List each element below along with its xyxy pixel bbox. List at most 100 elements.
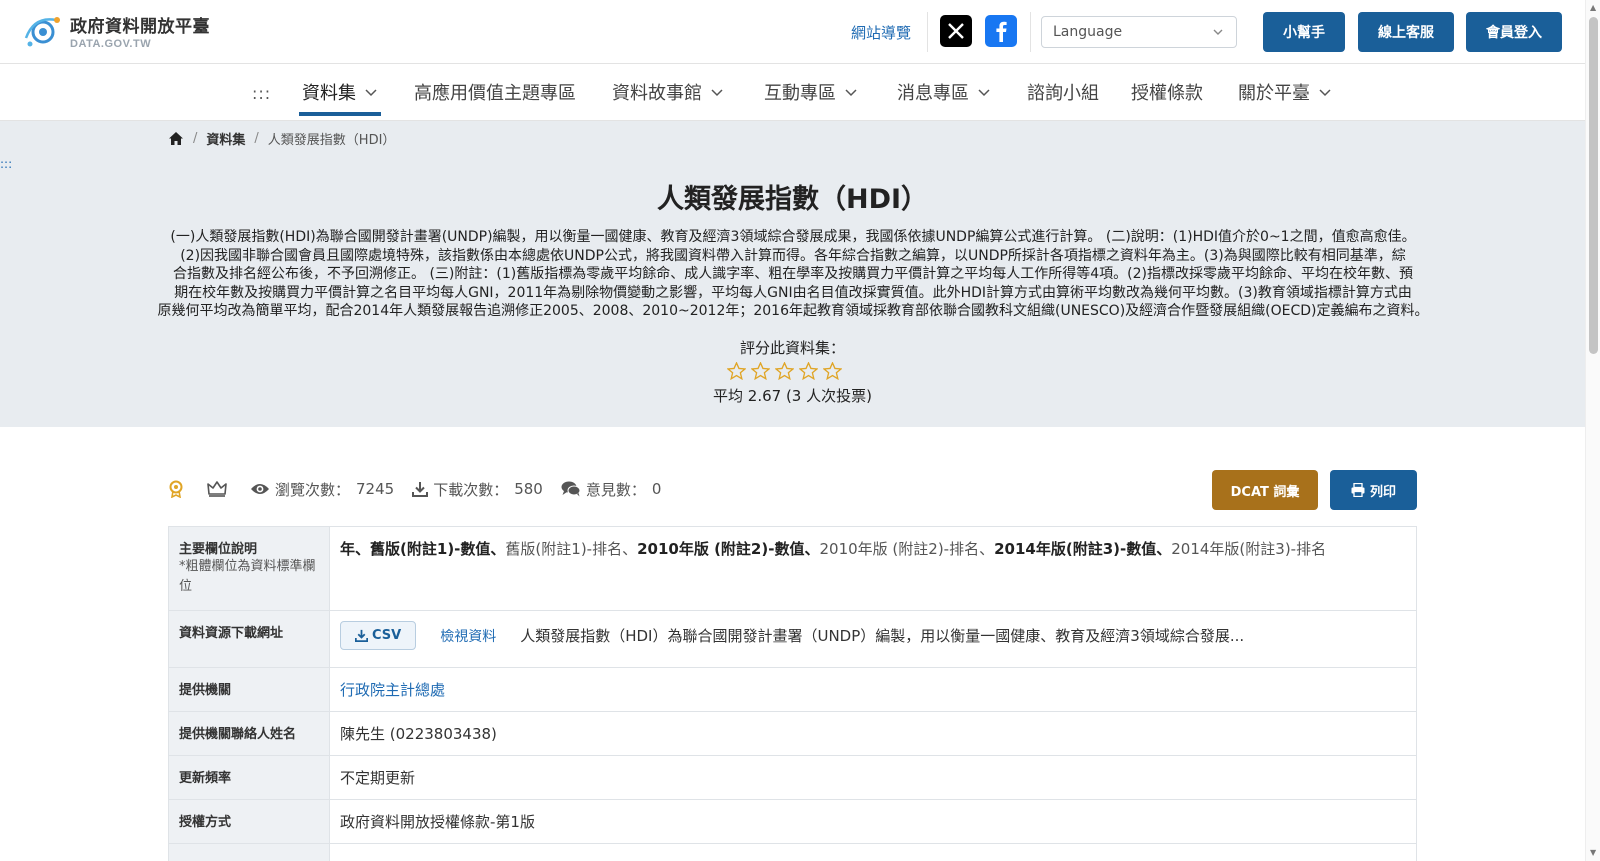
description-line: 原幾何平均改為簡單平均，配合2014年人類發展報告追溯修正2005、2008、2… — [157, 303, 1429, 319]
breadcrumb-datasets[interactable]: 資料集 — [206, 129, 245, 148]
views-count: 7245 — [356, 480, 395, 498]
rating-label: 評分此資料集： — [739, 339, 845, 357]
star-icon[interactable] — [751, 362, 770, 380]
nav-item-advisory[interactable]: 諮詢小組 — [1027, 79, 1099, 105]
comments-count: 0 — [651, 480, 662, 498]
csv-download-button[interactable]: CSV — [340, 621, 417, 650]
page-scrollbar[interactable]: ▲ ▼ — [1585, 0, 1600, 861]
chevron-down-icon — [1319, 89, 1331, 97]
dataset-description: (一)人類發展指數(HDI)為聯合國開發計畫署(UNDP)編製，用以衡量一國健康… — [88, 228, 1498, 321]
fields-note: *粗體欄位為資料標準欄位 — [179, 559, 316, 594]
star-icon[interactable] — [823, 362, 842, 380]
logo-icon — [24, 17, 60, 47]
nav-label: 諮詢小組 — [1027, 83, 1099, 104]
fields-header: 主要欄位說明 — [179, 542, 258, 557]
nav-label: 關於平臺 — [1238, 83, 1310, 104]
chevron-down-icon — [978, 89, 990, 97]
rating-stars[interactable] — [727, 362, 842, 380]
views-stat: 瀏覽次數： 7245 — [250, 479, 394, 500]
provider-link[interactable]: 行政院主計總處 — [330, 668, 1416, 711]
quality-badge — [168, 480, 189, 498]
scroll-down-arrow-icon[interactable]: ▼ — [1590, 848, 1596, 857]
downloads-label: 下載次數： — [433, 480, 509, 499]
nav-item-stories[interactable]: 資料故事館 — [612, 79, 724, 105]
description-line: 期在校年數及按購買力平價計算之名目平均每人GNI，2011年為剔除物價變動之影響… — [174, 284, 1412, 301]
views-label: 瀏覽次數： — [275, 480, 351, 499]
breadcrumb-separator: / — [193, 131, 198, 146]
star-icon[interactable] — [727, 362, 746, 380]
nav-label: 授權條款 — [1131, 83, 1203, 104]
scroll-up-arrow-icon[interactable]: ▲ — [1590, 3, 1596, 12]
helper-button[interactable]: 小幫手 — [1263, 12, 1345, 52]
nav-item-license[interactable]: 授權條款 — [1131, 79, 1203, 105]
language-select-value: Language — [1053, 24, 1123, 40]
field-separator: 、 — [490, 540, 506, 558]
breadcrumb: / 資料集 / 人類發展指數（HDI） — [168, 129, 395, 148]
nav-item-high-value[interactable]: 高應用價值主題專區 — [414, 79, 576, 105]
field-separator: 、 — [804, 540, 820, 558]
facebook-share-icon[interactable] — [985, 15, 1017, 47]
downloads-stat: 下載次數： 580 — [412, 479, 543, 500]
sitemap-link[interactable]: 網站導覽 — [851, 22, 911, 43]
comments-label: 意見數： — [585, 480, 646, 499]
content-accesskey[interactable]: ::: — [0, 157, 12, 171]
home-icon[interactable] — [168, 131, 184, 146]
member-login-button[interactable]: 會員登入 — [1466, 12, 1562, 52]
csv-label: CSV — [372, 628, 402, 643]
page-title: 人類發展指數（HDI） — [656, 184, 929, 215]
downloads-count: 580 — [514, 480, 543, 498]
chevron-down-icon — [711, 89, 723, 97]
contact-header: 提供機關聯絡人姓名 — [169, 712, 330, 755]
row-header — [169, 844, 330, 861]
license-value: 政府資料開放授權條款-第1版 — [340, 813, 535, 831]
row-header: 主要欄位說明 *粗體欄位為資料標準欄位 — [169, 527, 330, 610]
nav-label: 互動專區 — [764, 83, 836, 104]
field-name: 2014年版(附註3)-排名 — [1171, 540, 1327, 558]
logo-title: 政府資料開放平臺 — [70, 17, 210, 37]
active-nav-indicator — [299, 112, 381, 116]
field-name: 年 — [340, 540, 356, 558]
field-name: 2010年版 (附註2)-排名 — [819, 540, 980, 558]
comments-stat: 意見數： 0 — [561, 479, 662, 500]
star-icon[interactable] — [799, 362, 818, 380]
rating-average: 平均 2.67 (3 人次投票) — [713, 387, 872, 405]
field-separator: 、 — [979, 540, 995, 558]
nav-label: 高應用價值主題專區 — [414, 83, 576, 104]
row-value — [330, 844, 1416, 861]
table-row: 資料資源下載網址 CSV 檢視資料 人類發展指數（HDI）為聯合國開發計畫署（U… — [168, 611, 1417, 668]
frequency-value: 不定期更新 — [340, 769, 416, 787]
resource-cell: CSV 檢視資料 人類發展指數（HDI）為聯合國開發計畫署（UNDP）編製，用以… — [330, 611, 1416, 667]
table-row: 主要欄位說明 *粗體欄位為資料標準欄位 年、舊版(附註1)-數值、舊版(附註1)… — [168, 527, 1417, 611]
table-row — [168, 844, 1417, 861]
breadcrumb-separator: / — [254, 131, 259, 146]
print-button[interactable]: 列印 — [1330, 470, 1417, 510]
nav-accesskey[interactable]: ::: — [252, 84, 271, 103]
divider — [927, 12, 928, 52]
main-nav: ::: 資料集 高應用價值主題專區 資料故事館 互動專區 消息專區 諮詢小組 授… — [0, 64, 1585, 121]
award-icon — [169, 480, 183, 498]
frequency-header: 更新頻率 — [169, 756, 330, 799]
print-label: 列印 — [1369, 484, 1396, 500]
star-icon[interactable] — [775, 362, 794, 380]
dataset-stats: 瀏覽次數： 7245 下載次數： 580 意見數： 0 — [168, 474, 679, 504]
field-name: 2010年版 (附註2)-數值 — [637, 540, 805, 558]
dataset-hero: / 資料集 / 人類發展指數（HDI） ::: 人類發展指數（HDI） (一)人… — [0, 121, 1585, 427]
view-data-link[interactable]: 檢視資料 — [440, 626, 496, 646]
field-separator: 、 — [622, 540, 638, 558]
site-logo[interactable]: 政府資料開放平臺 DATA.GOV.TW — [22, 10, 210, 52]
comments-icon — [561, 481, 581, 497]
language-select[interactable]: Language — [1041, 16, 1237, 48]
table-row: 提供機關聯絡人姓名 陳先生 (0223803438) — [168, 712, 1417, 756]
chevron-down-icon — [845, 89, 857, 97]
crown-badge — [207, 481, 232, 497]
nav-item-news[interactable]: 消息專區 — [897, 79, 991, 105]
x-share-icon[interactable] — [940, 15, 972, 47]
dcat-vocabulary-button[interactable]: DCAT 詞彙 — [1212, 470, 1318, 510]
scrollbar-thumb[interactable] — [1589, 17, 1598, 354]
online-service-button[interactable]: 線上客服 — [1358, 12, 1454, 52]
nav-label: 資料故事館 — [612, 83, 702, 104]
nav-item-about[interactable]: 關於平臺 — [1238, 79, 1332, 105]
nav-item-interactive[interactable]: 互動專區 — [764, 79, 858, 105]
nav-item-datasets[interactable]: 資料集 — [302, 79, 378, 105]
table-row: 更新頻率 不定期更新 — [168, 756, 1417, 800]
